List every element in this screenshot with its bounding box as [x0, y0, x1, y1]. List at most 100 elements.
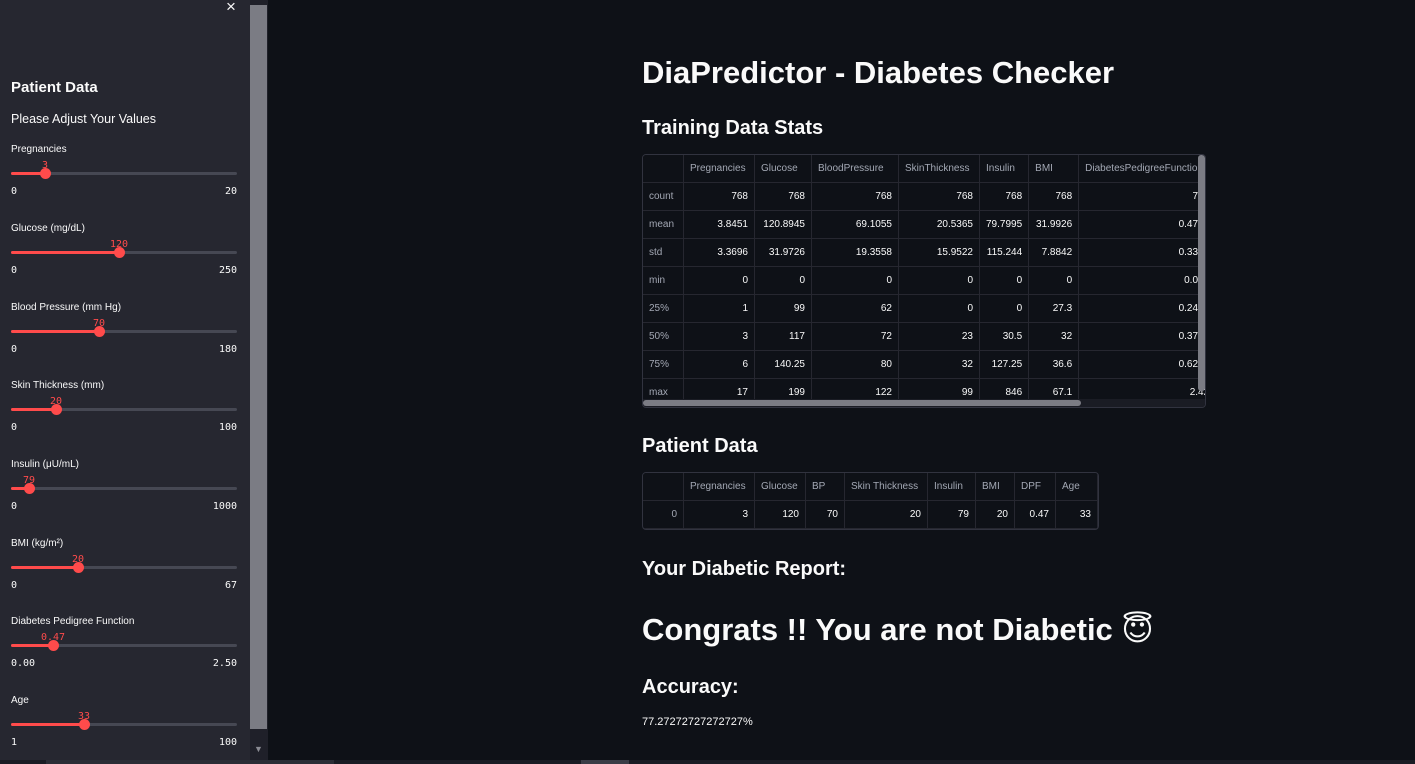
- table-cell[interactable]: 62: [811, 294, 899, 323]
- table-cell[interactable]: 70: [805, 500, 845, 529]
- slider-thumb[interactable]: [94, 326, 105, 337]
- table-cell[interactable]: 0: [979, 266, 1030, 295]
- table-cell[interactable]: 768: [754, 182, 812, 211]
- table-cell[interactable]: 27.3: [1028, 294, 1080, 323]
- table-cell[interactable]: 0: [683, 266, 755, 295]
- table-cell[interactable]: 120: [754, 500, 806, 529]
- slider-5[interactable]: BMI (kg/m²) 20 0 67: [11, 538, 237, 598]
- row-index[interactable]: std: [643, 238, 684, 267]
- training-data-table[interactable]: Pregnancies Glucose BloodPressure SkinThick…: [642, 154, 1206, 408]
- slider-0[interactable]: Pregnancies 3 0 20: [11, 144, 237, 204]
- table-cell[interactable]: 79.7995: [979, 210, 1030, 239]
- table-cell[interactable]: 15.9522: [898, 238, 980, 267]
- row-index[interactable]: min: [643, 266, 684, 295]
- slider-thumb[interactable]: [73, 562, 84, 573]
- column-header[interactable]: BloodPressure: [811, 155, 899, 183]
- table-cell[interactable]: 32: [1028, 322, 1080, 351]
- table-cell[interactable]: 3: [683, 322, 755, 351]
- column-header[interactable]: DPF: [1014, 473, 1056, 501]
- slider-4[interactable]: Insulin (μU/mL) 79 0 1000: [11, 459, 237, 519]
- table-cell[interactable]: 19.3558: [811, 238, 899, 267]
- column-header[interactable]: BMI: [1028, 155, 1080, 183]
- close-icon[interactable]: ×: [222, 0, 240, 16]
- table-cell[interactable]: 0: [754, 266, 812, 295]
- table-cell[interactable]: 72: [811, 322, 899, 351]
- table-cell[interactable]: 0: [898, 294, 980, 323]
- table-cell[interactable]: 80: [811, 350, 899, 379]
- table-cell[interactable]: 0.3725: [1078, 322, 1205, 351]
- table-cell[interactable]: 0.3313: [1078, 238, 1205, 267]
- page-horizontal-scrollbar[interactable]: [0, 760, 1415, 764]
- table-cell[interactable]: 20.5365: [898, 210, 980, 239]
- column-header[interactable]: [643, 473, 684, 501]
- row-index[interactable]: 25%: [643, 294, 684, 323]
- column-header[interactable]: DiabetesPedigreeFunction: [1078, 155, 1205, 183]
- row-index[interactable]: count: [643, 182, 684, 211]
- column-header[interactable]: Pregnancies: [683, 155, 755, 183]
- slider-7[interactable]: Age 33 1 100: [11, 695, 237, 755]
- table-cell[interactable]: 768: [811, 182, 899, 211]
- table-cell[interactable]: 0.47: [1014, 500, 1056, 529]
- table-cell[interactable]: 7.8842: [1028, 238, 1080, 267]
- table-cell[interactable]: 20: [975, 500, 1015, 529]
- table-cell[interactable]: 0: [898, 266, 980, 295]
- table-cell[interactable]: 120.8945: [754, 210, 812, 239]
- table-cell[interactable]: 6: [683, 350, 755, 379]
- table-cell[interactable]: 0.2438: [1078, 294, 1205, 323]
- table-cell[interactable]: 768: [898, 182, 980, 211]
- table-cell[interactable]: 0.4719: [1078, 210, 1205, 239]
- table-cell[interactable]: 23: [898, 322, 980, 351]
- row-index[interactable]: 0: [643, 500, 684, 529]
- table-cell[interactable]: 768: [683, 182, 755, 211]
- column-header[interactable]: Glucose: [754, 473, 806, 501]
- column-header[interactable]: Pregnancies: [683, 473, 755, 501]
- column-header[interactable]: BMI: [975, 473, 1015, 501]
- column-header[interactable]: Age: [1055, 473, 1098, 501]
- table-cell[interactable]: 127.25: [979, 350, 1030, 379]
- slider-thumb[interactable]: [114, 247, 125, 258]
- table-cell[interactable]: 1: [683, 294, 755, 323]
- slider-3[interactable]: Skin Thickness (mm) 20 0 100: [11, 380, 237, 440]
- column-header[interactable]: SkinThickness: [898, 155, 980, 183]
- table-cell[interactable]: 31.9926: [1028, 210, 1080, 239]
- table-cell[interactable]: 20: [844, 500, 928, 529]
- table-cell[interactable]: 3.3696: [683, 238, 755, 267]
- column-header[interactable]: Glucose: [754, 155, 812, 183]
- table-cell[interactable]: 768: [1028, 182, 1080, 211]
- slider-thumb[interactable]: [48, 640, 59, 651]
- table-cell[interactable]: 0.6263: [1078, 350, 1205, 379]
- table-cell[interactable]: 0: [1028, 266, 1080, 295]
- patient-data-table[interactable]: Pregnancies Glucose BP Skin Thickness Insuli…: [642, 472, 1099, 530]
- table-cell[interactable]: 30.5: [979, 322, 1030, 351]
- scrollbar-thumb[interactable]: [250, 5, 267, 729]
- table-cell[interactable]: 3.8451: [683, 210, 755, 239]
- column-header[interactable]: Skin Thickness: [844, 473, 928, 501]
- table-cell[interactable]: 32: [898, 350, 980, 379]
- table-cell[interactable]: 99: [754, 294, 812, 323]
- table-cell[interactable]: 0.078: [1078, 266, 1205, 295]
- slider-track[interactable]: [11, 487, 237, 490]
- slider-1[interactable]: Glucose (mg/dL) 120 0 250: [11, 223, 237, 283]
- table-cell[interactable]: 0: [811, 266, 899, 295]
- row-index[interactable]: 75%: [643, 350, 684, 379]
- column-header[interactable]: BP: [805, 473, 845, 501]
- column-header[interactable]: Insulin: [979, 155, 1030, 183]
- column-header[interactable]: Insulin: [927, 473, 976, 501]
- table-cell[interactable]: 140.25: [754, 350, 812, 379]
- row-index[interactable]: mean: [643, 210, 684, 239]
- slider-6[interactable]: Diabetes Pedigree Function 0.47 0.00 2.50: [11, 616, 237, 676]
- slider-thumb[interactable]: [24, 483, 35, 494]
- table-cell[interactable]: 36.6: [1028, 350, 1080, 379]
- table-cell[interactable]: 31.9726: [754, 238, 812, 267]
- table-cell[interactable]: 69.1055: [811, 210, 899, 239]
- table-cell[interactable]: 79: [927, 500, 976, 529]
- table-vertical-scrollbar[interactable]: [1198, 155, 1205, 391]
- table-horizontal-scrollbar[interactable]: [643, 399, 1205, 407]
- table-cell[interactable]: 768: [979, 182, 1030, 211]
- column-header[interactable]: [643, 155, 684, 183]
- table-cell[interactable]: 117: [754, 322, 812, 351]
- slider-thumb[interactable]: [51, 404, 62, 415]
- slider-thumb[interactable]: [79, 719, 90, 730]
- table-cell[interactable]: 768: [1078, 182, 1205, 211]
- table-cell[interactable]: 0: [979, 294, 1030, 323]
